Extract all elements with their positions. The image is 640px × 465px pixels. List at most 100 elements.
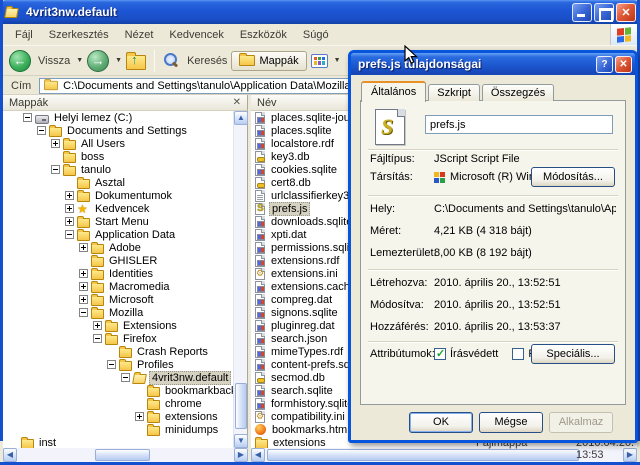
folder-icon [91, 244, 104, 254]
location-row: Hely: C:\Documents and Settings\tanulo\A… [370, 203, 616, 215]
search-label[interactable]: Keresés [187, 55, 227, 67]
tree-item[interactable]: ★Kedvencek [3, 202, 247, 215]
advanced-button[interactable]: Speciális... [531, 344, 615, 364]
cancel-button[interactable]: Mégse [479, 412, 543, 433]
expander-plus-icon[interactable] [79, 282, 88, 291]
back-dropdown-icon[interactable]: ▼ [76, 57, 83, 64]
tree-item[interactable]: inst [3, 436, 247, 448]
expander-minus-icon[interactable] [79, 308, 88, 317]
folders-icon [239, 55, 255, 66]
tree-item[interactable]: Helyi lemez (C:) [3, 111, 247, 124]
folder-icon [77, 218, 90, 228]
change-button[interactable]: Módosítás... [531, 167, 615, 187]
close-button[interactable] [616, 3, 636, 22]
expander-minus-icon[interactable] [65, 230, 74, 239]
help-button[interactable]: ? [596, 56, 613, 73]
ok-button[interactable]: OK [409, 412, 473, 433]
tree-item[interactable]: extensions [3, 410, 247, 423]
tree-item[interactable]: GHISLER [3, 254, 247, 267]
scroll-thumb[interactable] [267, 449, 579, 461]
column-name[interactable]: Név [257, 97, 277, 109]
tree-item[interactable]: Extensions [3, 319, 247, 332]
menu-favorites[interactable]: Kedvencek [161, 27, 231, 43]
dialog-titlebar[interactable]: prefs.js tulajdonságai ? ✕ [351, 53, 635, 75]
tree-horizontal-scrollbar[interactable]: ◀ ▶ [3, 448, 248, 462]
forward-button[interactable]: → [87, 50, 109, 72]
expander-minus-icon[interactable] [51, 165, 60, 174]
scroll-down-icon[interactable]: ▼ [234, 434, 248, 448]
expander-plus-icon[interactable] [65, 217, 74, 226]
maximize-button[interactable] [594, 3, 614, 22]
scroll-thumb[interactable] [95, 449, 150, 461]
filename-input[interactable] [425, 115, 613, 134]
tree-item[interactable]: Firefox [3, 332, 247, 345]
tree-item[interactable]: Microsoft [3, 293, 247, 306]
expander-plus-icon[interactable] [79, 269, 88, 278]
expander-plus-icon[interactable] [93, 321, 102, 330]
tree-item[interactable]: 4vrit3nw.default [3, 371, 247, 384]
tree-item[interactable]: Profiles [3, 358, 247, 371]
file-name: places.sqlite [269, 125, 334, 137]
expander-plus-icon[interactable] [65, 204, 74, 213]
expander-plus-icon[interactable] [79, 295, 88, 304]
menu-tools[interactable]: Eszközök [232, 27, 295, 43]
tree-item[interactable]: Documents and Settings [3, 124, 247, 137]
apply-button[interactable]: Alkalmaz [549, 412, 613, 433]
tree-item[interactable]: All Users [3, 137, 247, 150]
minimize-button[interactable] [572, 3, 592, 22]
close-pane-icon[interactable]: ✕ [233, 97, 241, 108]
tree-item[interactable]: Mozilla [3, 306, 247, 319]
tree-item-label: Extensions [121, 320, 179, 332]
expander-plus-icon[interactable] [65, 191, 74, 200]
tree-item[interactable]: Macromedia [3, 280, 247, 293]
readonly-checkbox[interactable] [434, 348, 446, 360]
scroll-thumb[interactable] [235, 383, 247, 429]
search-icon[interactable] [163, 53, 178, 68]
expander-minus-icon[interactable] [37, 126, 46, 135]
scroll-left-icon[interactable]: ◀ [3, 448, 17, 462]
tree-item[interactable]: Crash Reports [3, 345, 247, 358]
expander-plus-icon[interactable] [79, 243, 88, 252]
tree-item[interactable]: Start Menu [3, 215, 247, 228]
back-label[interactable]: Vissza [38, 55, 70, 67]
tree-item[interactable]: boss [3, 150, 247, 163]
tree-item[interactable]: Application Data [3, 228, 247, 241]
scroll-up-icon[interactable]: ▲ [234, 111, 248, 125]
menu-view[interactable]: Nézet [117, 27, 162, 43]
menu-edit[interactable]: Szerkesztés [41, 27, 117, 43]
titlebar[interactable]: 4vrit3nw.default [0, 0, 640, 24]
tree-vertical-scrollbar[interactable]: ▲ ▼ [233, 111, 247, 448]
expander-plus-icon[interactable] [135, 412, 144, 421]
tab-general[interactable]: Általános [361, 81, 426, 102]
views-button[interactable] [311, 54, 328, 68]
tree-item[interactable]: Dokumentumok [3, 189, 247, 202]
up-button[interactable] [126, 55, 146, 70]
readonly-label[interactable]: Írásvédett [450, 348, 498, 360]
expander-minus-icon[interactable] [107, 360, 116, 369]
folder-icon [77, 231, 90, 241]
tree-item[interactable]: Asztal [3, 176, 247, 189]
expander-minus-icon[interactable] [93, 334, 102, 343]
tree-item[interactable]: tanulo [3, 163, 247, 176]
tree-item-label: Kedvencek [93, 203, 151, 215]
expander-minus-icon[interactable] [23, 113, 32, 122]
tab-script[interactable]: Szkript [428, 84, 480, 101]
tree-item[interactable]: minidumps [3, 423, 247, 436]
hidden-checkbox[interactable] [512, 348, 524, 360]
dialog-close-button[interactable]: ✕ [615, 56, 632, 73]
expander-plus-icon[interactable] [51, 139, 60, 148]
menu-file[interactable]: Fájl [7, 27, 41, 43]
tab-summary[interactable]: Összegzés [482, 84, 554, 101]
scroll-right-icon[interactable]: ▶ [234, 448, 248, 462]
scroll-left-icon[interactable]: ◀ [251, 448, 265, 462]
folders-toggle-button[interactable]: Mappák [231, 51, 306, 71]
tree-item[interactable]: chrome [3, 397, 247, 410]
forward-dropdown-icon[interactable]: ▼ [115, 57, 122, 64]
tree-item[interactable]: Identities [3, 267, 247, 280]
back-button[interactable]: ← [9, 50, 31, 72]
views-dropdown-icon[interactable]: ▼ [334, 57, 341, 64]
tree-item[interactable]: Adobe [3, 241, 247, 254]
tree-item[interactable]: bookmarkbackups [3, 384, 247, 397]
menu-help[interactable]: Súgó [295, 27, 337, 43]
expander-minus-icon[interactable] [121, 373, 130, 382]
